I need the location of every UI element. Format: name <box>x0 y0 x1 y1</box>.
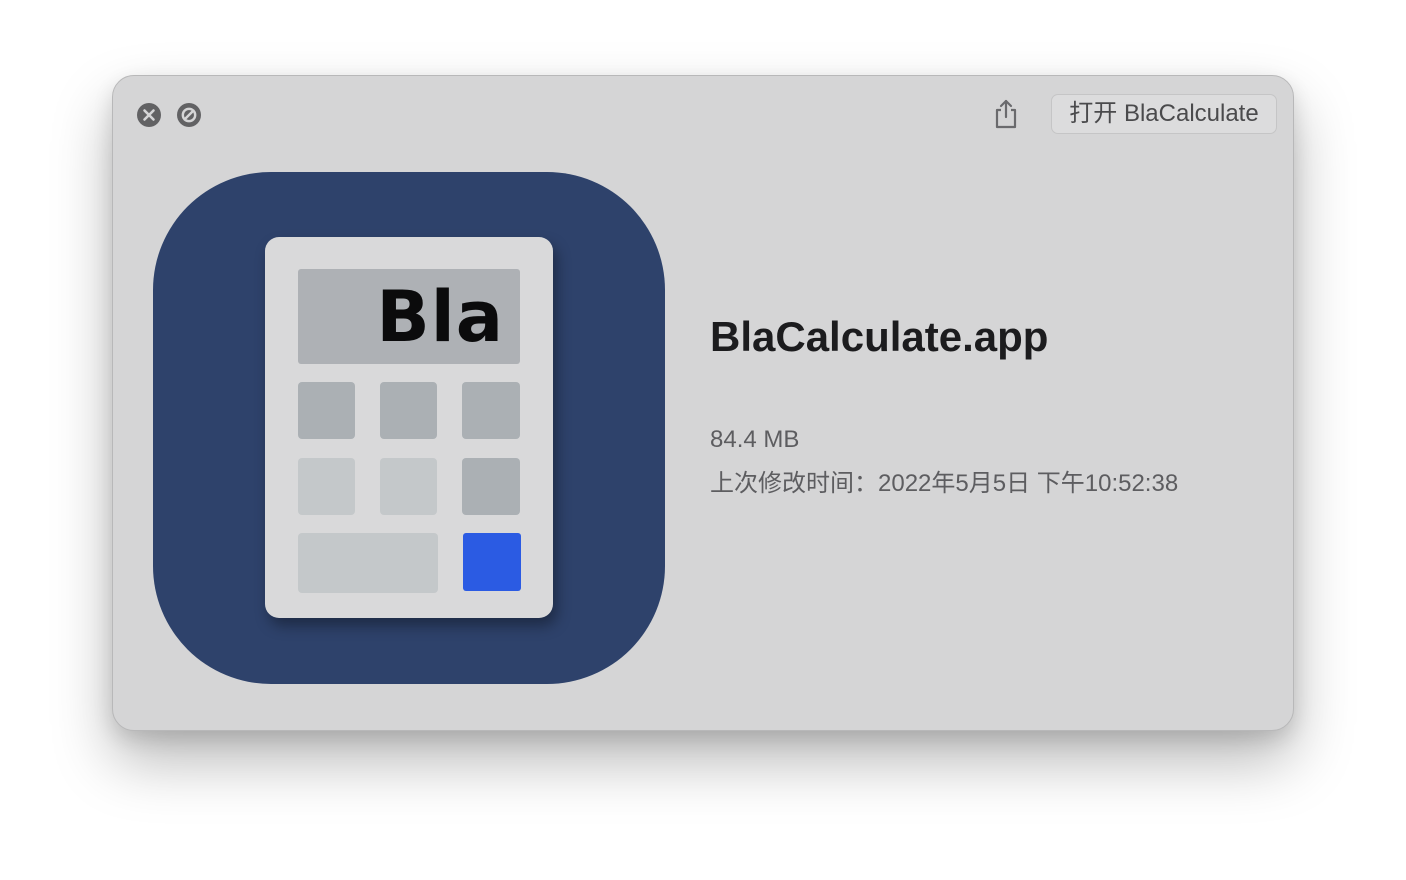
quick-look-window: 打开 BlaCalculate Bla BlaCalculate.app 84.… <box>112 75 1294 731</box>
calculator-key-equals <box>463 533 521 591</box>
open-app-button[interactable]: 打开 BlaCalculate <box>1051 94 1277 134</box>
file-size: 84.4 MB <box>710 426 800 453</box>
calculator-display-text: Bla <box>376 276 504 358</box>
app-icon: Bla <box>153 172 665 684</box>
calculator-key <box>298 458 355 515</box>
disable-button[interactable] <box>177 103 201 127</box>
calculator-key <box>462 458 520 515</box>
close-button[interactable] <box>137 103 161 127</box>
file-modified-date: 上次修改时间：2022年5月5日 下午10:52:38 <box>710 470 1179 497</box>
calculator-key <box>380 458 437 515</box>
calculator-key <box>380 382 437 439</box>
calculator-icon: Bla <box>265 237 553 618</box>
calculator-key <box>298 382 355 439</box>
share-icon <box>995 99 1017 129</box>
close-icon <box>143 109 155 121</box>
file-name: BlaCalculate.app <box>710 313 1049 360</box>
share-button[interactable] <box>989 96 1023 132</box>
calculator-display: Bla <box>298 269 520 364</box>
prohibited-icon <box>181 107 197 123</box>
calculator-key-wide <box>298 533 438 593</box>
calculator-key <box>462 382 520 439</box>
